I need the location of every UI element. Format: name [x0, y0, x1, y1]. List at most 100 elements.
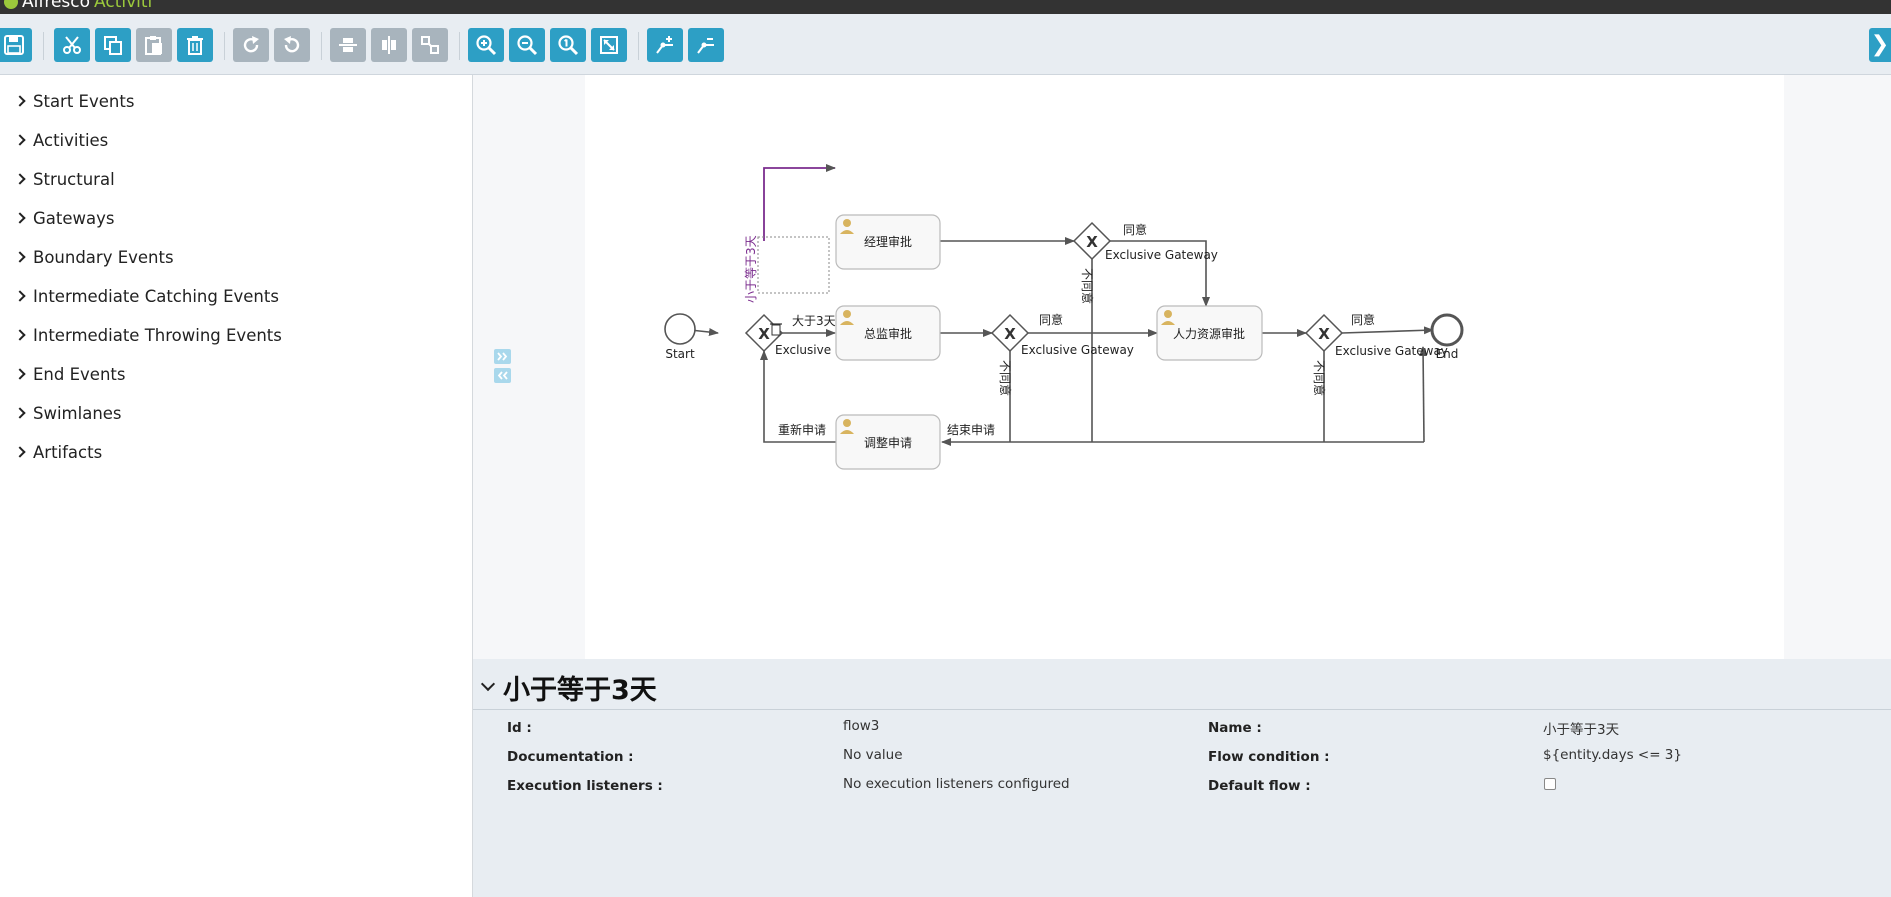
flow-le3-selected[interactable]	[763, 164, 836, 241]
properties-panel: 小于等于3天 Id : flow3 Documentation : No val…	[473, 659, 1891, 897]
chevron-right-icon	[14, 446, 26, 458]
properties-title: 小于等于3天	[503, 675, 657, 706]
bpmn-diagram: Start End X Exclusive X Exclusive Gatewa…	[664, 164, 1464, 470]
palette-group-activities[interactable]: Activities	[14, 128, 108, 152]
gateway-3-label: Exclusive Gateway	[1021, 343, 1134, 357]
undo-icon	[284, 36, 300, 53]
flow-gt3-label: 大于3天	[792, 314, 836, 328]
zoom-out-icon	[517, 35, 538, 56]
palette-group-intermediate-catching-events[interactable]: Intermediate Catching Events	[14, 284, 279, 308]
cut-button[interactable]	[54, 28, 90, 62]
flow-le3-label: 小于等于3天	[744, 235, 758, 303]
flow-end-apply[interactable]	[1419, 346, 1428, 443]
properties-header[interactable]: 小于等于3天	[473, 659, 1891, 710]
chevron-right-icon	[14, 407, 26, 419]
undo-button[interactable]	[274, 28, 310, 62]
toolbar-separator	[43, 32, 44, 60]
task-manager-approval[interactable]: 经理审批	[835, 214, 941, 270]
chevron-right-icon	[14, 95, 26, 107]
palette-group-structural[interactable]: Structural	[14, 167, 115, 191]
palette-group-end-events[interactable]: End Events	[14, 362, 125, 386]
zoom-fit-button[interactable]	[591, 28, 627, 62]
palette-group-boundary-events[interactable]: Boundary Events	[14, 245, 174, 269]
same-size-button[interactable]	[412, 28, 448, 62]
chevron-right-icon	[14, 251, 26, 263]
palette-group-swimlanes[interactable]: Swimlanes	[14, 401, 122, 425]
remove-bendpoint-button[interactable]	[688, 28, 724, 62]
prop-flow-condition-value[interactable]: ${entity.days <= 3}	[1543, 747, 1682, 763]
collapse-panel-button[interactable]	[494, 368, 511, 383]
expand-panel-button[interactable]	[494, 349, 511, 364]
diagram-canvas[interactable]: Start End X Exclusive X Exclusive Gatewa…	[585, 75, 1784, 659]
logo-vendor: Alfresco	[22, 0, 91, 12]
palette-group-label: Intermediate Throwing Events	[33, 325, 282, 345]
task-adjust-label: 调整申请	[864, 435, 912, 450]
prop-execution-listeners-value[interactable]: No execution listeners configured	[843, 776, 1070, 792]
task-adjust-application[interactable]: 调整申请	[835, 414, 941, 470]
toolbar-separator	[321, 32, 322, 60]
zoom-actual-button[interactable]	[550, 28, 586, 62]
double-chevron-left-icon	[497, 371, 508, 380]
palette-group-start-events[interactable]: Start Events	[14, 89, 134, 113]
app-header: Alfresco Activiti	[0, 0, 1891, 14]
trash-icon	[187, 36, 203, 55]
zoom-fit-icon	[600, 36, 618, 54]
canvas-side-controls	[494, 349, 511, 387]
flow-agree-right[interactable]	[1341, 326, 1434, 335]
palette-group-artifacts[interactable]: Artifacts	[14, 440, 102, 464]
default-flow-checkbox[interactable]	[1544, 778, 1556, 790]
trash-icon[interactable]	[770, 323, 782, 336]
palette-group-label: Gateways	[33, 208, 115, 228]
flow-agree-top-label: 同意	[1123, 222, 1147, 237]
toolbar-separator	[638, 32, 639, 60]
palette-group-label: Structural	[33, 169, 115, 189]
palette-group-intermediate-throwing-events[interactable]: Intermediate Throwing Events	[14, 323, 282, 347]
prop-id-value[interactable]: flow3	[843, 718, 879, 734]
align-horizontal-icon	[382, 36, 396, 54]
copy-button[interactable]	[95, 28, 131, 62]
start-event[interactable]	[664, 313, 696, 345]
palette-group-label: Swimlanes	[33, 403, 122, 423]
app-logo: Alfresco Activiti	[4, 0, 152, 12]
prop-id-label: Id :	[507, 720, 532, 736]
svg-text:X: X	[1086, 233, 1098, 251]
scissors-icon	[63, 36, 81, 54]
palette-group-label: Intermediate Catching Events	[33, 286, 279, 306]
prop-name-value[interactable]: 小于等于3天	[1543, 718, 1619, 738]
zoom-in-icon	[476, 35, 497, 56]
palette-group-label: Artifacts	[33, 442, 103, 462]
chevron-right-icon	[14, 134, 26, 146]
shape-palette: Start Events Activities Structural Gatew…	[0, 75, 473, 897]
gateway-2-label: Exclusive Gateway	[1105, 248, 1218, 262]
align-vertical-icon	[339, 38, 357, 52]
add-bendpoint-button[interactable]	[647, 28, 683, 62]
chevron-right-icon	[14, 212, 26, 224]
prop-documentation-value[interactable]: No value	[843, 747, 903, 763]
chevron-down-icon[interactable]	[480, 676, 496, 692]
redo-button[interactable]	[233, 28, 269, 62]
flow-reapply-label: 重新申请	[778, 422, 826, 437]
palette-group-label: Activities	[33, 130, 109, 150]
task-director-approval[interactable]: 总监审批	[835, 305, 941, 361]
flow-end-apply-label: 结束申请	[947, 423, 995, 437]
palette-group-gateways[interactable]: Gateways	[14, 206, 115, 230]
align-vertical-button[interactable]	[330, 28, 366, 62]
chevron-right-icon	[14, 290, 26, 302]
prop-name-label: Name :	[1208, 720, 1262, 736]
paste-button[interactable]	[136, 28, 172, 62]
palette-group-label: Boundary Events	[33, 247, 174, 267]
prop-default-flow-label: Default flow :	[1208, 778, 1311, 794]
flow-disagree-right-label: 不同意	[1312, 360, 1327, 396]
end-event[interactable]	[1430, 313, 1464, 347]
task-hr-label: 人力资源审批	[1173, 326, 1245, 341]
delete-button[interactable]	[177, 28, 213, 62]
same-size-icon	[421, 36, 439, 54]
zoom-in-button[interactable]	[468, 28, 504, 62]
add-bendpoint-icon	[656, 36, 673, 54]
toolbar-collapse-button[interactable]: ❯	[1869, 28, 1891, 62]
save-button[interactable]	[0, 28, 32, 62]
zoom-out-button[interactable]	[509, 28, 545, 62]
align-horizontal-button[interactable]	[371, 28, 407, 62]
chevron-right-icon	[14, 329, 26, 341]
task-hr-approval[interactable]: 人力资源审批	[1156, 305, 1263, 361]
